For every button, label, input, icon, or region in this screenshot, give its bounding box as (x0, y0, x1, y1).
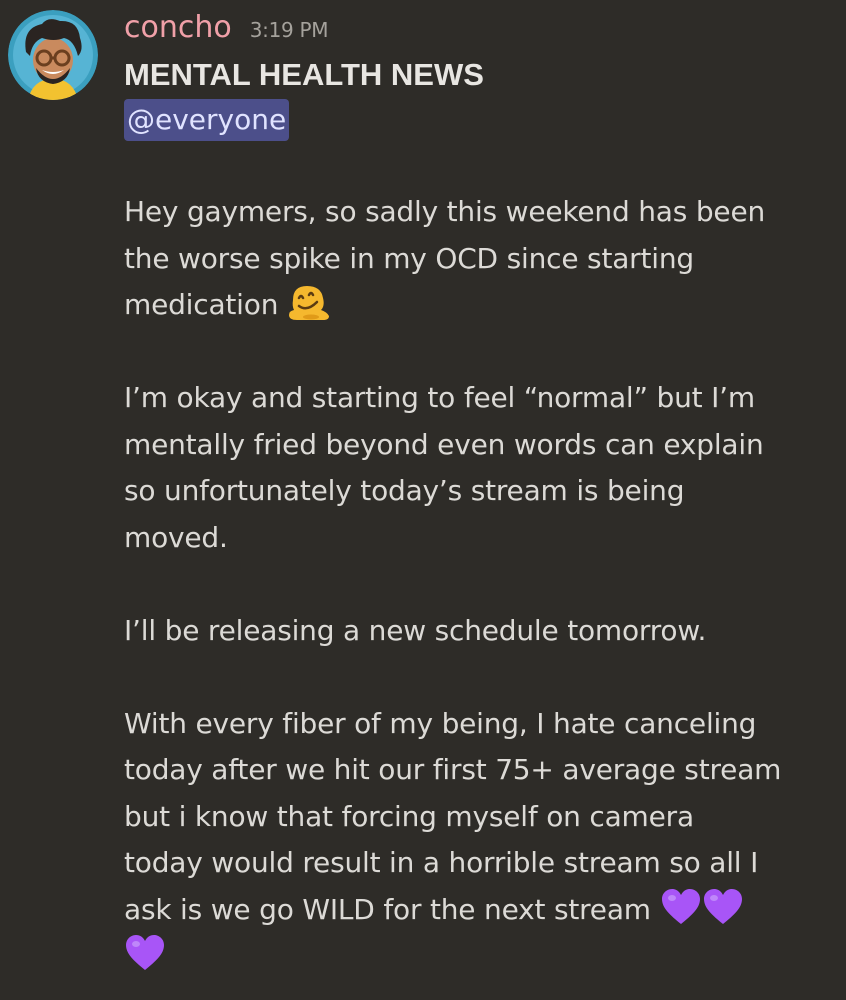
text-line: today after we hit our first 75+ average… (124, 753, 782, 786)
purple-heart-emoji (702, 887, 744, 927)
text-line: mentally fried beyond even words can exp… (124, 427, 764, 461)
message-content: MENTAL HEALTH NEWS @everyone Hey gaymers… (124, 52, 836, 980)
text-line: today would result in a horrible stream … (124, 846, 759, 879)
timestamp: 3:19 PM (249, 18, 329, 42)
text-line: so unfortunately today’s stream is being (124, 474, 685, 507)
message-header: concho 3:19 PM (124, 6, 329, 50)
chat-message: concho 3:19 PM MENTAL HEALTH NEWS @every… (0, 0, 846, 1000)
avatar[interactable] (8, 10, 98, 100)
text-line: With every fiber of my being, I hate can… (124, 706, 757, 740)
message-heading: MENTAL HEALTH NEWS (124, 57, 484, 92)
text-line (124, 933, 836, 980)
text-fragment: ask is we go WILD for the next stream (124, 892, 651, 926)
melting-face-emoji (287, 282, 331, 322)
purple-heart-emoji (660, 887, 702, 927)
paragraph-1: Hey gaymers, so sadly this weekend has b… (124, 189, 836, 329)
paragraph-4: With every fiber of my being, I hate can… (124, 701, 836, 980)
text-line: medication (124, 282, 836, 329)
text-line: I’m okay and starting to feel “normal” b… (124, 381, 755, 414)
text-line: ask is we go WILD for the next stream (124, 887, 836, 934)
paragraph-3: I’ll be releasing a new schedule tomorro… (124, 608, 836, 655)
text-line: Hey gaymers, so sadly this weekend has b… (124, 195, 766, 228)
username[interactable]: concho (124, 6, 232, 50)
text-line: the worse spike in my OCD since starting (124, 241, 694, 275)
text-line: but i know that forcing myself on camera (124, 799, 694, 833)
paragraph-2: I’m okay and starting to feel “normal” b… (124, 375, 836, 561)
everyone-mention[interactable]: @everyone (124, 99, 290, 141)
text-fragment: medication (124, 288, 279, 321)
purple-heart-emoji (124, 933, 166, 973)
text-line: moved. (124, 520, 228, 554)
text-line: I’ll be releasing a new schedule tomorro… (124, 613, 707, 647)
